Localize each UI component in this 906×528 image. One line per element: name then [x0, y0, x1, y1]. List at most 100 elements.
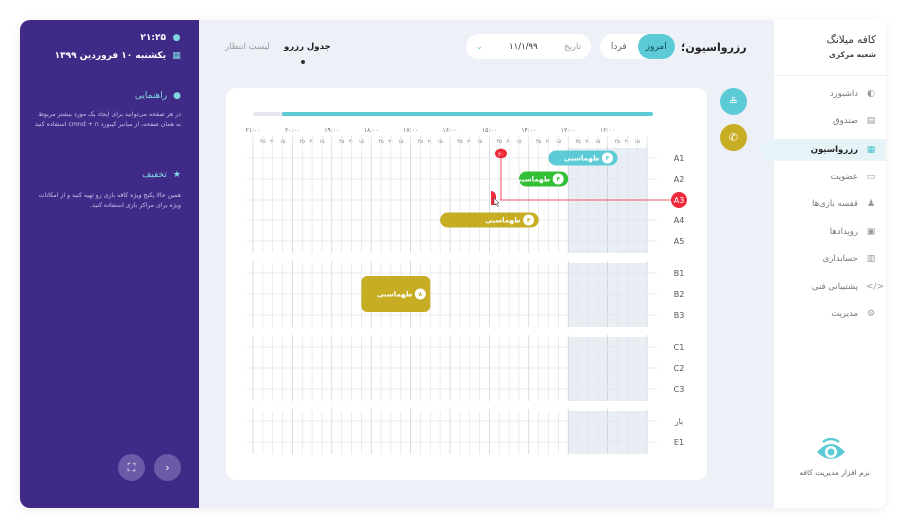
collapse-panel-button[interactable]: ›	[154, 454, 181, 481]
booking-name: طهماسبی	[485, 217, 521, 225]
hour-label: ۱۹:۰۰	[324, 127, 339, 134]
guest-count: ۸	[418, 291, 422, 298]
sidebar-item-5[interactable]: رویدادها ▣	[774, 221, 876, 243]
hour-label: ۱۲:۰۰	[600, 127, 615, 134]
hour-label: ۲۰:۰۰	[285, 127, 300, 134]
date-picker[interactable]: تاریخ ۱۱/۱/۹۹ ⌄	[466, 34, 591, 59]
fullscreen-icon: ⛶	[127, 460, 136, 474]
guest-count: ۴	[527, 217, 531, 224]
sidebar-item-label: پشتیبانی فنی	[811, 282, 858, 292]
gauge-icon: ◐	[867, 89, 875, 99]
sidebar-item-label: رویدادها	[829, 227, 858, 237]
sidebar-item-7[interactable]: پشتیبانی فنی </>	[774, 276, 885, 298]
fullscreen-button[interactable]: ⛶	[118, 454, 145, 481]
row-label[interactable]: C2	[674, 364, 685, 373]
calendar-icon: ▦	[172, 50, 181, 61]
phone-icon: ✆	[728, 131, 739, 144]
date-value: ۱۱/۱/۹۹	[509, 41, 538, 52]
tab-waiting-list[interactable]: لیست انتظار	[225, 42, 270, 52]
sidebar-item-0[interactable]: داشبورد ◐	[774, 83, 876, 105]
sidebar-item-label: حسابداری	[822, 254, 858, 264]
sidebar-item-label: داشبورد	[829, 89, 858, 99]
row-label[interactable]: A3	[674, 196, 685, 205]
sidebar-item-6[interactable]: حسابداری ▥	[774, 248, 876, 270]
shelf-icon: ♟	[866, 199, 876, 209]
sidebar-item-label: رزرواسیون	[810, 145, 858, 155]
gear-icon: ⚙	[866, 309, 876, 319]
calendar-icon: ▣	[866, 227, 876, 237]
hour-label: ۲۱:۰۰	[246, 127, 261, 134]
chevron-down-icon: ⌄	[476, 42, 483, 51]
guest-count: ۴	[556, 176, 560, 183]
guide-title-text: راهنمایی	[134, 91, 168, 101]
hour-label: ۱۳:۰۰	[561, 127, 576, 134]
sidebar-item-1[interactable]: صندوق ▤	[774, 110, 876, 132]
current-time-marker-label: ۲۰	[498, 152, 504, 158]
hour-label: ۱۷:۰۰	[403, 127, 418, 134]
calculator-icon: ▥	[866, 254, 876, 264]
hour-label: ۱۴:۰۰	[521, 127, 536, 134]
row-label[interactable]: E1	[674, 438, 684, 447]
page-title: رزرواسیون؛	[681, 41, 747, 54]
current-date: یکشنبه ۱۰ فروردین ۱۳۹۹	[54, 51, 166, 61]
sidebar-item-label: مدیریت	[831, 309, 858, 319]
day-toggle: امروز فردا	[600, 34, 675, 59]
code-icon: </>	[866, 282, 885, 292]
row-label[interactable]: C1	[674, 343, 685, 352]
timeline-scrollbar-thumb[interactable]	[282, 112, 653, 116]
hour-label: ۱۵:۰۰	[482, 127, 497, 134]
schedule-grid[interactable]: ۲۱:۰۰ ۲۰:۰۰ ۱۹:۰۰ ۱۸:۰۰ ۱۷:۰۰ ۱۶:۰۰ ۱۵:۰۰ ۱۴:۰۰…	[226, 88, 707, 480]
sidebar-item-8[interactable]: مدیریت ⚙	[774, 303, 876, 325]
clock-icon: ●	[172, 32, 181, 43]
sidebar-item-label: صندوق	[833, 116, 858, 126]
app-logo-icon	[817, 438, 845, 459]
discount-title-text: تخفیف	[142, 170, 167, 180]
current-time: ۲۱:۲۵	[140, 33, 166, 43]
id-card-icon: ▭	[866, 172, 876, 182]
row-label[interactable]: B2	[674, 290, 685, 299]
tab-reservation-table[interactable]: جدول رزرو	[284, 42, 331, 52]
row-label[interactable]: A4	[674, 216, 685, 225]
clock-row: ● ۲۱:۲۵	[140, 33, 181, 43]
sidebar-footer: نرم افزار مدیریت کافه	[799, 468, 870, 477]
row-label[interactable]: A1	[674, 154, 685, 163]
info-panel: ● ۲۱:۲۵ ▦ یکشنبه ۱۰ فروردین ۱۳۹۹ ● راهنم…	[20, 20, 199, 508]
guest-count: ۴	[606, 155, 610, 162]
tomorrow-button[interactable]: فردا	[600, 34, 638, 59]
phone-reservation-button[interactable]: ✆	[720, 124, 747, 151]
cursor-pointer-icon	[493, 197, 500, 207]
sidebar-item-2[interactable]: رزرواسیون ▦	[761, 139, 886, 161]
guide-title: ● راهنمایی	[135, 91, 181, 101]
schedule-card: ۲۱:۰۰ ۲۰:۰۰ ۱۹:۰۰ ۱۸:۰۰ ۱۷:۰۰ ۱۶:۰۰ ۱۵:۰۰ ۱۴:۰۰…	[226, 88, 707, 480]
calendar-grid-icon: ▦	[866, 145, 876, 155]
lightbulb-icon: ●	[173, 91, 181, 101]
discount-text: همین حالا پکیج ویژه کافه بازی رو تهیه کن…	[38, 192, 181, 209]
row-label[interactable]: C3	[674, 385, 685, 394]
row-label[interactable]: بار	[674, 417, 684, 426]
today-button[interactable]: امروز	[637, 34, 675, 59]
star-icon: ★	[172, 170, 181, 180]
row-label[interactable]: B1	[674, 269, 685, 278]
cash-register-icon: ▤	[866, 116, 876, 126]
row-label[interactable]: B3	[674, 311, 685, 320]
booking-name: طهماسبی	[377, 291, 413, 299]
sidebar-item-4[interactable]: قفسه بازی‌ها ♟	[774, 193, 876, 215]
footsteps-icon: ≗	[728, 95, 739, 108]
hour-label: ۱۸:۰۰	[364, 127, 379, 134]
walk-in-button[interactable]: ≗	[720, 88, 747, 115]
sidebar-item-3[interactable]: عضویت ▭	[774, 166, 876, 188]
sidebar-item-label: عضویت	[830, 172, 858, 182]
divider	[774, 75, 886, 76]
discount-title: ★ تخفیف	[142, 170, 181, 180]
sidebar: کافه میلانگ شعبه مرکزی داشبورد ◐ صندوق ▤ رزر…	[761, 20, 886, 508]
branch-name: شعبه مرکزی	[828, 50, 876, 59]
active-tab-indicator	[301, 60, 305, 64]
booking-name: طهماسبی	[564, 155, 600, 163]
row-label[interactable]: A2	[674, 175, 685, 184]
date-row: ▦ یکشنبه ۱۰ فروردین ۱۳۹۹	[55, 51, 181, 61]
row-label[interactable]: A5	[674, 237, 685, 246]
guide-text: در هر صفحه می‌توانید برای ایجاد یک مورد …	[34, 111, 181, 128]
chevron-right-icon: ›	[165, 461, 170, 474]
brand: کافه میلانگ شعبه مرکزی	[826, 34, 876, 59]
sidebar-item-label: قفسه بازی‌ها	[812, 199, 858, 209]
